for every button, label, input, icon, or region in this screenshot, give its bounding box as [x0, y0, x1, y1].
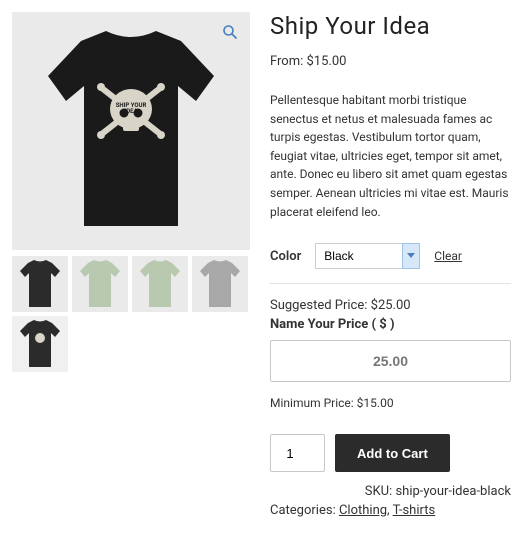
from-price: From: $15.00 — [270, 54, 511, 69]
thumbnail-4[interactable] — [192, 256, 248, 312]
zoom-icon[interactable] — [220, 22, 240, 42]
sku: SKU: ship-your-idea-black — [270, 484, 511, 499]
thumbnail-gallery — [12, 256, 250, 372]
categories-label: Categories: — [270, 503, 336, 518]
categories: Categories: Clothing, T-shirts — [270, 503, 511, 518]
tshirt-graphic: SHIP YOUR IDEA — [46, 31, 216, 231]
quantity-input[interactable] — [270, 434, 325, 472]
suggested-value: $25.00 — [371, 298, 411, 313]
suggested-label: Suggested Price: — [270, 298, 367, 313]
product-main-image[interactable]: SHIP YOUR IDEA — [12, 12, 250, 250]
min-value: $15.00 — [357, 396, 394, 410]
product-title: Ship Your Idea — [270, 12, 511, 40]
sku-label: SKU: — [365, 484, 392, 499]
name-your-price-label: Name Your Price ( $ ) — [270, 317, 511, 332]
product-description: Pellentesque habitant morbi tristique se… — [270, 91, 511, 221]
suggested-price: Suggested Price: $25.00 — [270, 298, 511, 313]
color-label: Color — [270, 249, 301, 264]
clear-link[interactable]: Clear — [434, 249, 462, 263]
minimum-price: Minimum Price: $15.00 — [270, 396, 511, 410]
color-select[interactable]: Black — [315, 243, 420, 269]
from-price-value: $15.00 — [307, 54, 347, 69]
min-label: Minimum Price: — [270, 396, 354, 410]
name-your-price-input[interactable] — [270, 340, 511, 382]
thumbnail-5[interactable] — [12, 316, 68, 372]
thumbnail-2[interactable] — [72, 256, 128, 312]
add-to-cart-button[interactable]: Add to Cart — [335, 434, 450, 472]
svg-text:IDEA: IDEA — [124, 108, 138, 115]
thumbnail-3[interactable] — [132, 256, 188, 312]
from-label: From: — [270, 54, 303, 69]
category-link-clothing[interactable]: Clothing — [339, 503, 387, 518]
category-link-tshirts[interactable]: T-shirts — [393, 503, 436, 518]
thumbnail-1[interactable] — [12, 256, 68, 312]
sku-value: ship-your-idea-black — [395, 484, 511, 499]
